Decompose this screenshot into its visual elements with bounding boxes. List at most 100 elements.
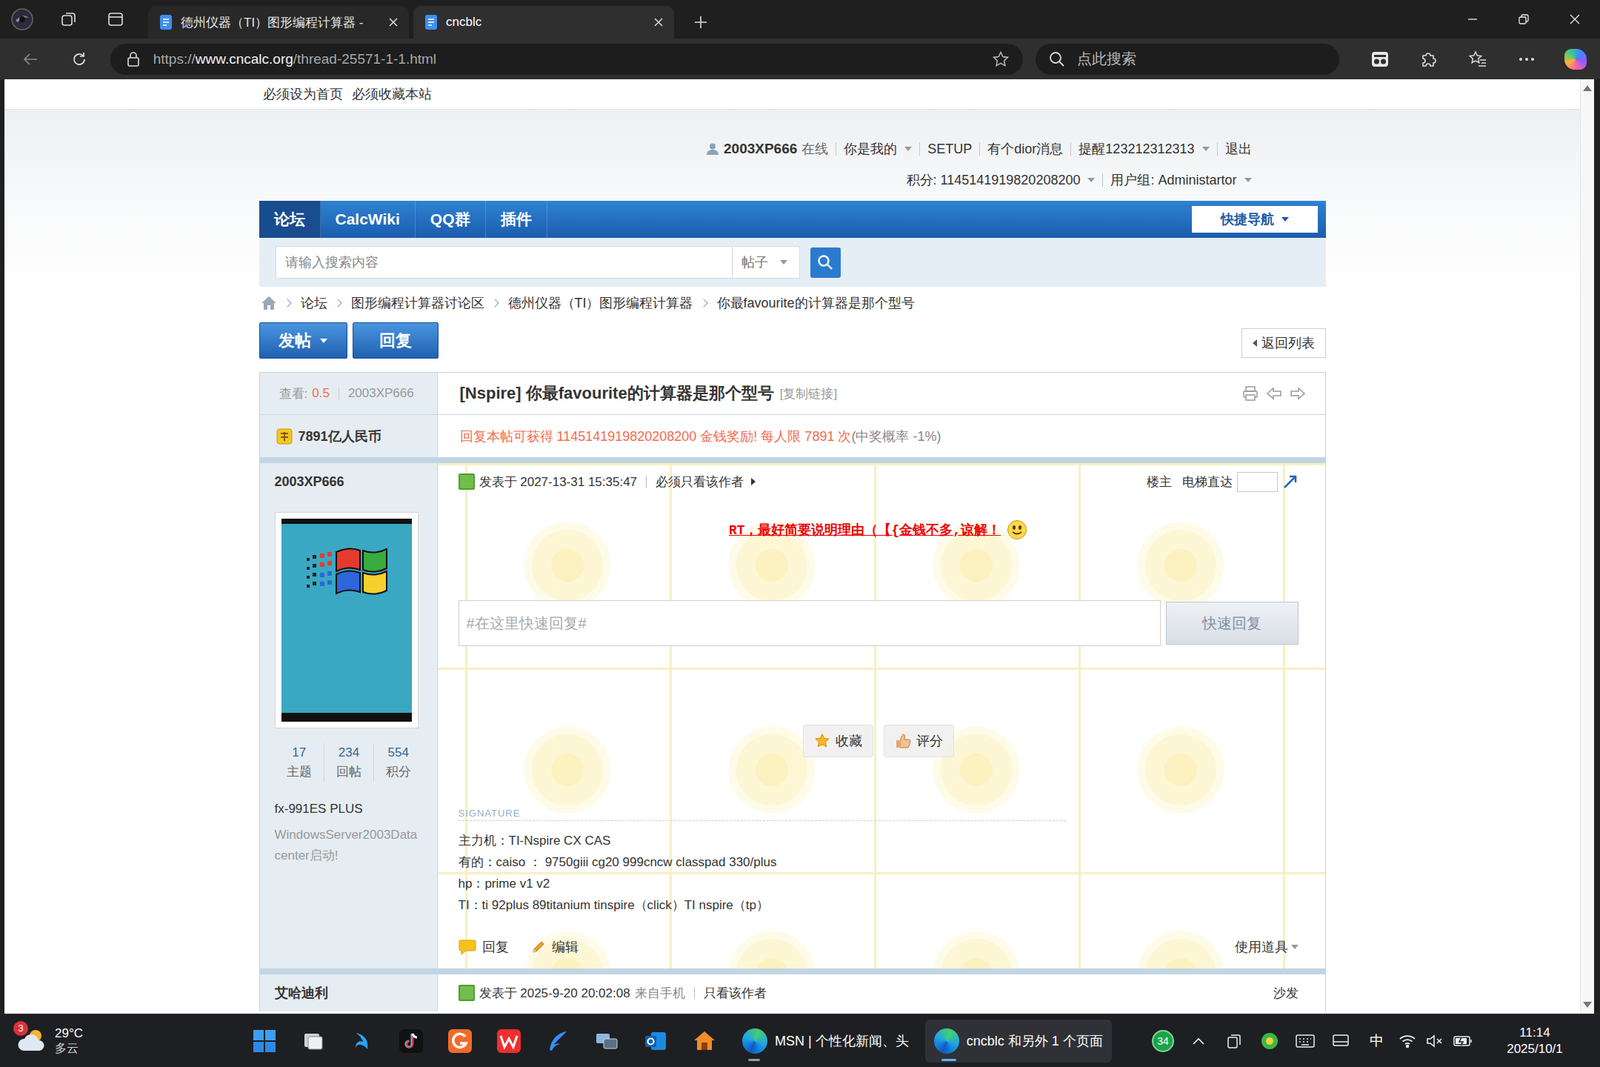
- favorites-icon[interactable]: [1453, 42, 1503, 76]
- author-stat[interactable]: 17主题: [274, 742, 325, 782]
- tab-close-icon[interactable]: [388, 17, 399, 28]
- immersive-reader-icon[interactable]: [1355, 42, 1405, 76]
- green-tray-icon[interactable]: [1251, 1014, 1288, 1067]
- author-stat[interactable]: 554积分: [373, 742, 423, 782]
- reply-bubble-icon[interactable]: [458, 938, 477, 955]
- web-search-input[interactable]: [1075, 49, 1340, 69]
- new-post-button[interactable]: 发帖: [259, 322, 348, 359]
- only-author-link[interactable]: 必须只看该作者: [655, 473, 744, 491]
- top-link[interactable]: 必须设为首页: [262, 85, 343, 103]
- workspaces-icon[interactable]: [54, 2, 84, 36]
- display-icon[interactable]: [1322, 1014, 1359, 1067]
- user-stat[interactable]: 积分: 1145141919820208200: [899, 173, 1103, 187]
- pencil-icon[interactable]: [531, 939, 546, 955]
- post-action-button[interactable]: 收藏: [802, 724, 874, 758]
- input-method[interactable]: 中: [1358, 1014, 1395, 1067]
- quick-reply-input[interactable]: [458, 600, 1161, 646]
- house-app-icon[interactable]: [680, 1014, 729, 1067]
- quick-reply-button[interactable]: 快速回复: [1165, 601, 1299, 645]
- user-bar-link[interactable]: 有个dior消息: [979, 142, 1071, 156]
- breadcrumb-item[interactable]: 图形编程计算器讨论区: [351, 294, 485, 312]
- scroll-down-icon[interactable]: [1582, 1001, 1592, 1008]
- only-author-link[interactable]: 只看该作者: [703, 984, 767, 1002]
- user-bar-link[interactable]: 退出: [1217, 142, 1260, 156]
- favorite-star-icon[interactable]: [991, 50, 1010, 69]
- nav-item[interactable]: 插件: [485, 200, 548, 238]
- top-link[interactable]: 必须收藏本站: [351, 85, 432, 103]
- user-stat[interactable]: 用户组: Administartor: [1102, 173, 1259, 187]
- browser-tab[interactable]: 德州仪器（TI）图形编程计算器 -: [148, 5, 409, 39]
- close-window-icon[interactable]: [1548, 0, 1600, 39]
- use-tools-menu[interactable]: 使用道具: [1234, 937, 1299, 956]
- profile-icon[interactable]: [7, 2, 38, 36]
- feather-app-icon[interactable]: [533, 1014, 583, 1067]
- browser-tab[interactable]: cncblc: [413, 5, 675, 39]
- outlook-icon[interactable]: [631, 1014, 680, 1067]
- breadcrumb-item[interactable]: 你最favourite的计算器是那个型号: [717, 294, 915, 312]
- post-author[interactable]: 2003XP666: [274, 462, 438, 500]
- minimize-icon[interactable]: [1446, 0, 1498, 39]
- nav-item[interactable]: CalcWiki: [320, 200, 416, 238]
- show-hidden-icon[interactable]: [1180, 1014, 1217, 1067]
- reply-button[interactable]: 回复: [352, 322, 439, 359]
- tiktok-icon[interactable]: [386, 1014, 436, 1067]
- search-scope-select[interactable]: 帖子: [732, 245, 800, 279]
- address-bar[interactable]: https://www.cncalc.org/thread-25571-1-1.…: [110, 43, 1023, 75]
- copilot-icon[interactable]: [1551, 42, 1600, 76]
- scrollbar[interactable]: [1580, 79, 1595, 1014]
- post-action-button[interactable]: 评分: [883, 724, 955, 758]
- battery-icon[interactable]: [1448, 1014, 1478, 1067]
- floor-jump-input[interactable]: [1237, 471, 1278, 492]
- user-bar-link[interactable]: 你是我的: [835, 142, 920, 156]
- print-icon[interactable]: [1242, 385, 1259, 402]
- start-windows-icon[interactable]: [240, 1014, 289, 1067]
- next-thread-icon[interactable]: [1289, 385, 1306, 402]
- refresh-icon[interactable]: [62, 42, 96, 76]
- lock-icon[interactable]: [126, 51, 140, 68]
- copy-link[interactable]: [复制链接]: [780, 385, 838, 403]
- post-author[interactable]: 艾哈迪利: [274, 974, 438, 1012]
- user-bar-link[interactable]: SETUP: [919, 142, 980, 156]
- user-info[interactable]: 2003XP666 在线: [705, 140, 836, 158]
- scroll-up-icon[interactable]: [1582, 85, 1592, 92]
- author-stat[interactable]: 234回帖: [323, 742, 374, 782]
- breadcrumb-item[interactable]: 德州仪器（TI）图形编程计算器: [508, 294, 694, 312]
- remote-app-icon[interactable]: [582, 1014, 632, 1067]
- avatar[interactable]: [274, 511, 419, 729]
- wifi-icon[interactable]: [1394, 1014, 1421, 1067]
- tab-close-icon[interactable]: [653, 17, 664, 28]
- forum-search-input[interactable]: [275, 245, 733, 279]
- msn-edge-button[interactable]: MSN | 个性化新闻、头: [728, 1019, 918, 1063]
- weather-widget[interactable]: 3 29°C多云: [0, 1014, 240, 1067]
- extensions-puzzle-icon[interactable]: [1404, 42, 1454, 76]
- breadcrumb-item[interactable]: 论坛: [300, 294, 328, 312]
- username[interactable]: 2003XP666: [723, 140, 798, 158]
- speaker-muted-icon[interactable]: [1420, 1014, 1449, 1067]
- new-tab-icon[interactable]: [684, 5, 718, 39]
- wps-icon[interactable]: [484, 1014, 534, 1067]
- orange-app-icon[interactable]: [435, 1014, 485, 1067]
- bird-app-icon[interactable]: [337, 1014, 387, 1067]
- jump-arrow-icon[interactable]: [1282, 473, 1299, 490]
- search-button[interactable]: [810, 247, 841, 278]
- thread-author[interactable]: 2003XP666: [348, 385, 415, 401]
- keyboard-icon[interactable]: [1287, 1014, 1323, 1067]
- post-edit-link[interactable]: 编辑: [551, 937, 579, 956]
- restore-icon[interactable]: [1497, 0, 1549, 39]
- clock[interactable]: 11:142025/10/1: [1497, 1024, 1572, 1058]
- tray-app-badge[interactable]: 34: [1145, 1014, 1181, 1067]
- post-reply-link[interactable]: 回复: [482, 937, 509, 956]
- back-to-list-button[interactable]: 返回列表: [1241, 328, 1326, 358]
- tab-actions-icon[interactable]: [100, 2, 131, 36]
- nav-item[interactable]: 论坛: [259, 200, 321, 238]
- more-dots-icon[interactable]: [1502, 42, 1552, 76]
- previous-thread-icon[interactable]: [1265, 385, 1283, 402]
- home-icon[interactable]: [260, 295, 278, 311]
- task-view-icon[interactable]: [288, 1014, 338, 1067]
- edge-window-button[interactable]: cncblc 和另外 1 个页面: [925, 1019, 1112, 1063]
- web-search-box[interactable]: [1035, 43, 1340, 75]
- nav-item[interactable]: QQ群: [415, 200, 486, 238]
- user-bar-link[interactable]: 提醒123212312313: [1070, 142, 1217, 156]
- back-arrow-icon[interactable]: [14, 42, 47, 76]
- clipboard-icon[interactable]: [1216, 1014, 1252, 1067]
